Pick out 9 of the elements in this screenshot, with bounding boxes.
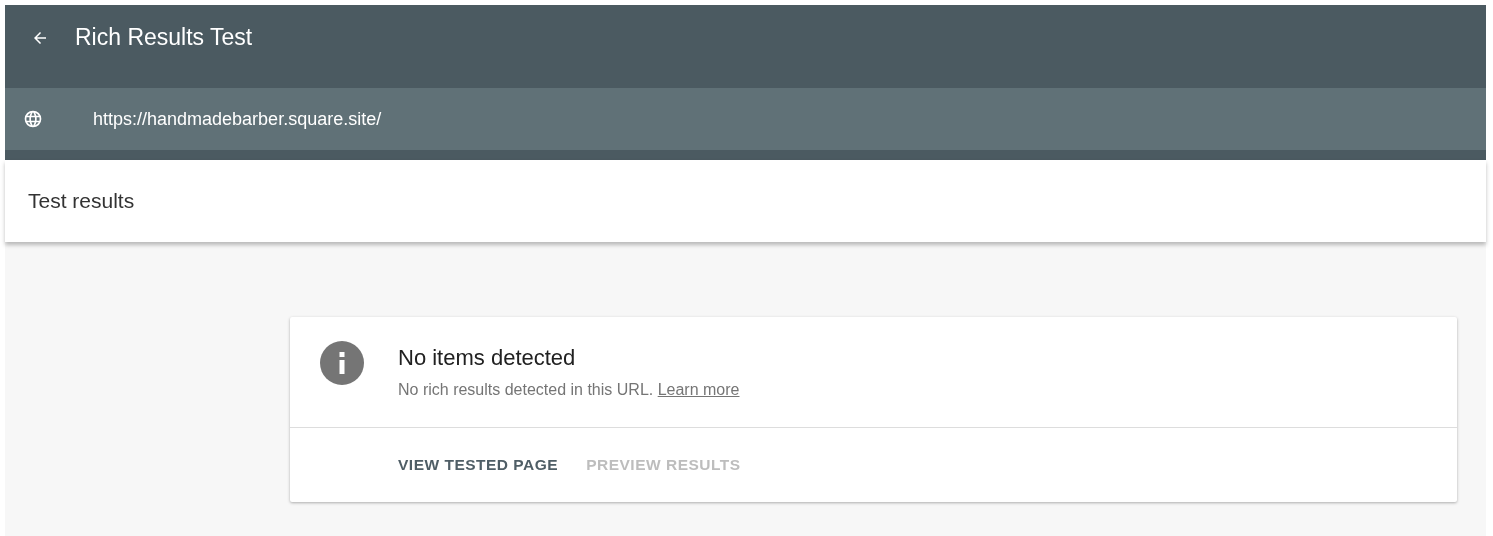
result-heading: No items detected bbox=[398, 345, 577, 371]
globe-icon bbox=[23, 109, 43, 129]
section-title: Test results bbox=[28, 189, 135, 213]
app-title: Rich Results Test bbox=[75, 24, 253, 51]
info-icon bbox=[320, 341, 364, 385]
url-text: https://handmadebarber.square.site/ bbox=[93, 108, 382, 130]
action-button[interactable]: VIEW TESTED PAGE bbox=[390, 450, 567, 480]
result-message: No rich results detected in this URL. Learn more bbox=[398, 381, 740, 399]
learn-more-link[interactable]: Learn more bbox=[657, 381, 740, 398]
